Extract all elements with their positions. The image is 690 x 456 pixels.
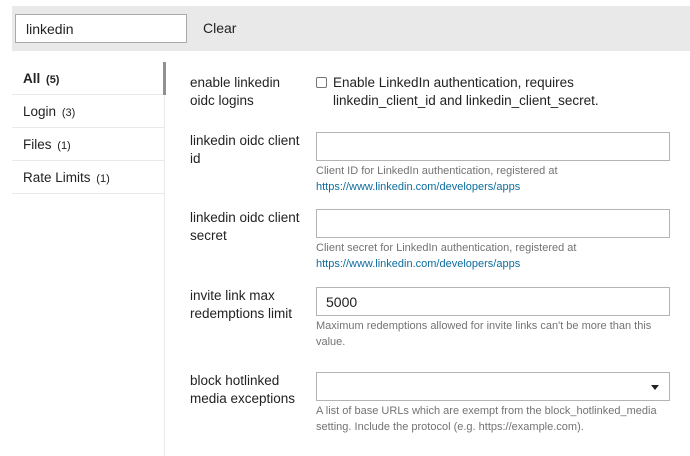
setting-help: Maximum redemptions allowed for invite l… <box>316 320 652 348</box>
checkbox-line: Enable LinkedIn authentication, requires… <box>316 74 670 110</box>
setting-value: Maximum redemptions allowed for invite l… <box>316 287 670 350</box>
sidebar-item-count: (3) <box>61 107 76 119</box>
hotlinked-exceptions-select[interactable] <box>316 372 670 401</box>
client-id-input[interactable] <box>316 132 670 161</box>
sidebar-item-count: (1) <box>96 173 110 185</box>
setting-help: Client ID for LinkedIn authentication, r… <box>316 164 670 195</box>
sidebar-item-login[interactable]: Login (3) <box>12 95 164 128</box>
caret-down-icon <box>651 385 659 390</box>
setting-value: Client ID for LinkedIn authentication, r… <box>316 132 670 195</box>
filter-bar: Clear <box>12 6 690 51</box>
help-text: Client secret for LinkedIn authenticatio… <box>316 242 577 254</box>
client-secret-input[interactable] <box>316 209 670 238</box>
enable-linkedin-checkbox[interactable] <box>316 77 327 88</box>
setting-label: block hotlinked media exceptions <box>190 373 296 406</box>
setting-help: Client secret for LinkedIn authenticatio… <box>316 241 670 272</box>
checkbox-label: Enable LinkedIn authentication, requires… <box>333 75 599 108</box>
sidebar-item-label: Login <box>23 104 57 119</box>
setting-label: invite link max redemptions limit <box>190 288 293 321</box>
setting-label: linkedin oidc client id <box>190 133 300 166</box>
category-sidebar: All (5) Login (3) Files (1) Rate Limits … <box>12 62 166 456</box>
sidebar-item-files[interactable]: Files (1) <box>12 128 164 161</box>
setting-value: Enable LinkedIn authentication, requires… <box>316 74 670 110</box>
sidebar-item-all[interactable]: All (5) <box>12 62 166 95</box>
sidebar-item-count: (1) <box>57 140 71 152</box>
sidebar-item-rate-limits[interactable]: Rate Limits (1) <box>12 161 164 194</box>
help-text: Client ID for LinkedIn authentication, r… <box>316 165 558 177</box>
setting-label: enable linkedin oidc logins <box>190 75 281 108</box>
invite-limit-input[interactable] <box>316 287 670 316</box>
sidebar-item-label: Files <box>23 137 52 152</box>
help-link[interactable]: https://www.linkedin.com/developers/apps <box>316 258 520 270</box>
setting-value: Client secret for LinkedIn authenticatio… <box>316 209 670 272</box>
clear-button[interactable]: Clear <box>196 14 243 43</box>
sidebar-item-label: Rate Limits <box>23 170 91 185</box>
setting-label: linkedin oidc client secret <box>190 210 300 243</box>
sidebar-item-label: All <box>23 71 41 86</box>
sidebar-item-count: (5) <box>46 74 60 86</box>
setting-value: A list of base URLs which are exempt fro… <box>316 372 670 435</box>
setting-help: A list of base URLs which are exempt fro… <box>316 405 657 433</box>
help-link[interactable]: https://www.linkedin.com/developers/apps <box>316 181 520 193</box>
search-input[interactable] <box>15 14 187 43</box>
